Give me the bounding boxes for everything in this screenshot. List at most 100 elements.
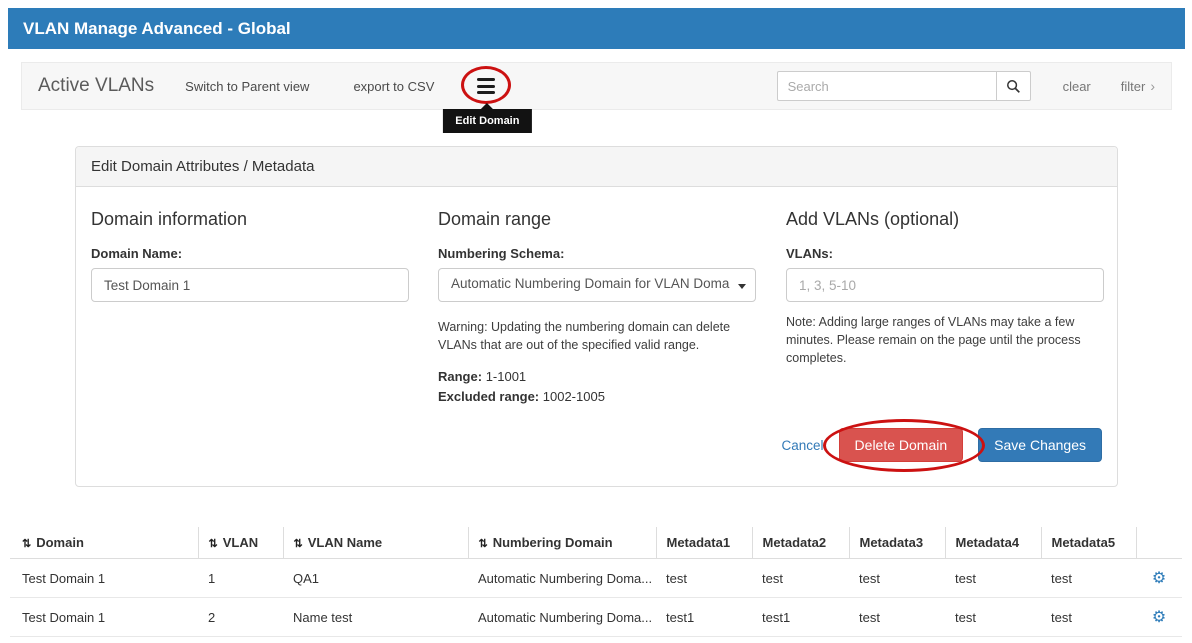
delete-domain-wrap: Delete Domain: [839, 428, 964, 462]
table-cell: -: [945, 637, 1041, 643]
domain-range-section: Domain range Numbering Schema: Automatic…: [438, 205, 768, 404]
tooltip-label: Edit Domain: [455, 115, 519, 127]
table-cell: test: [849, 637, 945, 643]
range-warning-text: Warning: Updating the numbering domain c…: [438, 318, 750, 354]
edit-domain-panel: Edit Domain Attributes / Metadata Domain…: [75, 146, 1118, 487]
table-cell: test: [945, 598, 1041, 637]
column-header-label: VLAN Name: [308, 535, 382, 550]
edit-domain-menu-wrap: Edit Domain: [474, 76, 500, 96]
page-title: VLAN Manage Advanced - Global: [23, 19, 291, 39]
delete-domain-button[interactable]: Delete Domain: [839, 428, 964, 462]
domain-name-label: Domain Name:: [91, 246, 421, 261]
menu-bar: [477, 85, 495, 88]
column-header-vlan[interactable]: ⇅ VLAN: [198, 527, 283, 559]
table-cell: Test42: [283, 637, 468, 643]
actions-column-header: [1136, 527, 1182, 559]
save-changes-button[interactable]: Save Changes: [978, 428, 1102, 462]
chevron-right-icon: ›: [1150, 78, 1155, 94]
column-header-numbering-domain[interactable]: ⇅Numbering Domain: [468, 527, 656, 559]
excluded-range-line: Excluded range: 1002-1005: [438, 389, 768, 404]
column-header-metadata4: Metadata4: [945, 527, 1041, 559]
sort-icon: ⇅: [479, 538, 488, 550]
table-cell: test1: [656, 598, 752, 637]
panel-actions: Cancel Delete Domain Save Changes: [91, 428, 1102, 462]
domain-information-section: Domain information Domain Name:: [91, 205, 421, 404]
edit-domain-tooltip: Edit Domain: [443, 109, 531, 133]
chevron-down-icon: [738, 284, 746, 289]
column-header-metadata3: Metadata3: [849, 527, 945, 559]
column-header-metadata2: Metadata2: [752, 527, 849, 559]
table-cell: -: [752, 637, 849, 643]
table-cell: Automatic Numbering Doma...: [468, 637, 656, 643]
table-cell: Automatic Numbering Doma...: [468, 598, 656, 637]
column-header-label: Metadata5: [1052, 535, 1116, 550]
hamburger-menu-icon[interactable]: [474, 76, 500, 96]
toolbar: Active VLANs Switch to Parent view expor…: [21, 62, 1172, 110]
tooltip-arrow-icon: [481, 103, 493, 109]
menu-bar: [477, 91, 495, 94]
domain-range-heading: Domain range: [438, 209, 768, 230]
sort-icon: ⇅: [209, 538, 218, 550]
domain-name-input[interactable]: [91, 268, 409, 302]
table-cell: Automatic Numbering Doma...: [468, 559, 656, 598]
table-header-row: ⇅ Domain ⇅ VLAN ⇅ VLAN Name ⇅Numbering Domain M…: [10, 527, 1182, 559]
table-body: Test Domain 11QA1Automatic Numbering Dom…: [10, 559, 1182, 643]
table-cell: test: [1041, 598, 1136, 637]
search-button[interactable]: [997, 71, 1031, 101]
table-cell: 2: [198, 598, 283, 637]
clear-link[interactable]: clear: [1063, 79, 1091, 94]
table-cell: test: [945, 559, 1041, 598]
vlan-table: ⇅ Domain ⇅ VLAN ⇅ VLAN Name ⇅Numbering Domain M…: [10, 527, 1182, 643]
table-row: Test Domain 13Test42Automatic Numbering …: [10, 637, 1182, 643]
excluded-range-value: 1002-1005: [543, 389, 605, 404]
column-header-label: Domain: [36, 535, 84, 550]
vlans-label: VLANs:: [786, 246, 1104, 261]
range-line: Range: 1-1001: [438, 369, 768, 384]
range-label: Range:: [438, 369, 482, 384]
table-cell: Test Domain 1: [10, 559, 198, 598]
table-cell: test: [849, 559, 945, 598]
numbering-schema-label: Numbering Schema:: [438, 246, 768, 261]
table-cell: -: [1041, 637, 1136, 643]
gear-icon[interactable]: ⚙: [1152, 609, 1166, 626]
column-header-label: VLAN: [223, 535, 258, 550]
column-header-domain[interactable]: ⇅ Domain: [10, 527, 198, 559]
search-input[interactable]: [777, 71, 997, 101]
row-actions-cell: ⚙: [1136, 559, 1182, 598]
add-vlans-section: Add VLANs (optional) VLANs: Note: Adding…: [786, 205, 1104, 404]
table-cell: test: [656, 637, 752, 643]
table-cell: Test Domain 1: [10, 598, 198, 637]
column-header-label: Metadata2: [763, 535, 827, 550]
search-icon: [1006, 79, 1021, 94]
column-header-vlan-name[interactable]: ⇅ VLAN Name: [283, 527, 468, 559]
row-actions-cell: ⚙: [1136, 637, 1182, 643]
table-cell: 1: [198, 559, 283, 598]
search-group: [777, 71, 1031, 101]
table-row: Test Domain 11QA1Automatic Numbering Dom…: [10, 559, 1182, 598]
table-cell: Name test: [283, 598, 468, 637]
numbering-schema-select[interactable]: Automatic Numbering Domain for VLAN Doma: [438, 268, 756, 302]
range-value: 1-1001: [486, 369, 526, 384]
active-vlans-title: Active VLANs: [38, 75, 154, 97]
table-row: Test Domain 12Name testAutomatic Numberi…: [10, 598, 1182, 637]
add-vlans-note: Note: Adding large ranges of VLANs may t…: [786, 313, 1092, 367]
table-cell: test1: [752, 598, 849, 637]
sort-icon: ⇅: [294, 538, 303, 550]
filter-label: filter: [1121, 79, 1146, 94]
table-cell: test: [656, 559, 752, 598]
vlans-input[interactable]: [786, 268, 1104, 302]
domain-information-heading: Domain information: [91, 209, 421, 230]
panel-title: Edit Domain Attributes / Metadata: [76, 147, 1117, 187]
column-header-label: Metadata3: [860, 535, 924, 550]
gear-icon[interactable]: ⚙: [1152, 570, 1166, 587]
excluded-range-label: Excluded range:: [438, 389, 539, 404]
switch-to-parent-view-link[interactable]: Switch to Parent view: [185, 79, 309, 94]
column-header-metadata5: Metadata5: [1041, 527, 1136, 559]
sort-icon: ⇅: [22, 538, 31, 550]
table-cell: QA1: [283, 559, 468, 598]
cancel-link[interactable]: Cancel: [782, 438, 824, 453]
export-to-csv-link[interactable]: export to CSV: [353, 79, 434, 94]
table-cell: test: [849, 598, 945, 637]
filter-link[interactable]: filter ›: [1121, 78, 1155, 94]
column-header-label: Metadata1: [667, 535, 731, 550]
